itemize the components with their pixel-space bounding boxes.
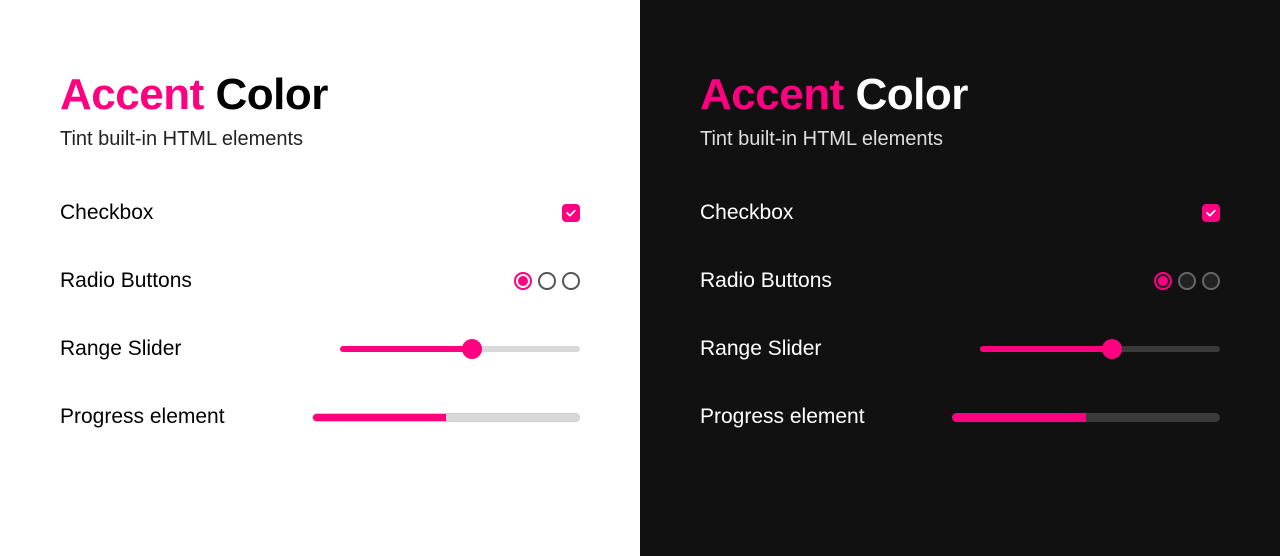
- title-accent-word: Accent: [60, 70, 204, 119]
- radio-label: Radio Buttons: [60, 269, 192, 293]
- check-icon: [565, 207, 577, 219]
- progress-label: Progress element: [700, 405, 865, 429]
- range-label: Range Slider: [700, 337, 821, 361]
- range-fill: [980, 346, 1112, 352]
- progress-fill: [313, 414, 446, 421]
- panel-light: Accent Color Tint built-in HTML elements…: [0, 0, 640, 556]
- range-label: Range Slider: [60, 337, 181, 361]
- progress-bar: [952, 413, 1220, 422]
- progress-label: Progress element: [60, 405, 225, 429]
- check-icon: [1205, 207, 1217, 219]
- range-fill: [340, 346, 472, 352]
- title-rest-word: Color: [215, 70, 327, 119]
- checkbox-input[interactable]: [1202, 204, 1220, 222]
- range-slider[interactable]: [340, 346, 580, 352]
- radio-label: Radio Buttons: [700, 269, 832, 293]
- title-rest-word: Color: [855, 70, 967, 119]
- radio-row: Radio Buttons: [700, 269, 1220, 293]
- panel-dark: Accent Color Tint built-in HTML elements…: [640, 0, 1280, 556]
- range-thumb[interactable]: [1102, 339, 1122, 359]
- radio-option-3[interactable]: [1202, 272, 1220, 290]
- radio-option-2[interactable]: [1178, 272, 1196, 290]
- page-title: Accent Color: [700, 70, 1220, 120]
- radio-option-1[interactable]: [514, 272, 532, 290]
- subtitle: Tint built-in HTML elements: [700, 128, 1220, 151]
- checkbox-input[interactable]: [562, 204, 580, 222]
- progress-row: Progress element: [700, 405, 1220, 429]
- radio-option-1[interactable]: [1154, 272, 1172, 290]
- progress-row: Progress element: [60, 405, 580, 429]
- radio-option-3[interactable]: [562, 272, 580, 290]
- page-title: Accent Color: [60, 70, 580, 120]
- radio-row: Radio Buttons: [60, 269, 580, 293]
- range-thumb[interactable]: [462, 339, 482, 359]
- progress-fill: [952, 413, 1086, 422]
- progress-bar: [312, 413, 580, 422]
- subtitle: Tint built-in HTML elements: [60, 128, 580, 151]
- range-row: Range Slider: [60, 337, 580, 361]
- range-row: Range Slider: [700, 337, 1220, 361]
- range-slider[interactable]: [980, 346, 1220, 352]
- radio-option-2[interactable]: [538, 272, 556, 290]
- checkbox-label: Checkbox: [700, 201, 793, 225]
- checkbox-row: Checkbox: [60, 201, 580, 225]
- checkbox-label: Checkbox: [60, 201, 153, 225]
- title-accent-word: Accent: [700, 70, 844, 119]
- checkbox-row: Checkbox: [700, 201, 1220, 225]
